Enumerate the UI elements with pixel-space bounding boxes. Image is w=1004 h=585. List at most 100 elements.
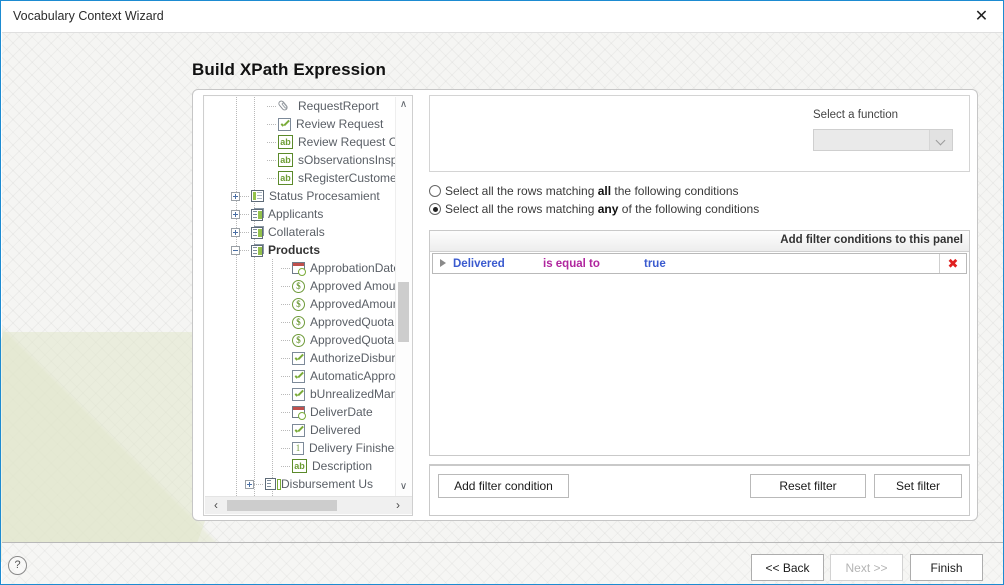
tree-item-review-request[interactable]: Review Request xyxy=(205,115,398,133)
tree-horizontal-scrollbar[interactable]: ‹ › xyxy=(205,496,412,514)
tree-vertical-scrollbar[interactable]: ∧ ∨ xyxy=(395,97,411,497)
table-row[interactable]: Delivered is equal to true ✖ xyxy=(432,253,967,274)
next-button: Next >> xyxy=(830,554,903,581)
window-title: Vocabulary Context Wizard xyxy=(13,9,164,23)
title-bar: Vocabulary Context Wizard ✕ xyxy=(2,2,1003,33)
tree-item-bunrealizedmana[interactable]: bUnrealizedMana xyxy=(205,385,398,403)
function-select[interactable] xyxy=(813,129,953,151)
tree-connector xyxy=(240,249,249,251)
filter-operator-cell[interactable]: is equal to xyxy=(543,258,644,270)
back-button[interactable]: << Back xyxy=(751,554,824,581)
tree-connector xyxy=(281,267,290,269)
page-title: Build XPath Expression xyxy=(192,60,386,79)
tree-item-description[interactable]: Description xyxy=(205,457,398,475)
tree-item-sobservationsinspec[interactable]: sObservationsInspec xyxy=(205,151,398,169)
entity-column-icon xyxy=(265,478,281,490)
chevron-down-icon[interactable] xyxy=(929,130,952,150)
tree-connector xyxy=(281,339,290,341)
tree-connector xyxy=(281,393,290,395)
tree-item-approvedquotal[interactable]: ApprovedQuotaL xyxy=(205,331,398,349)
tree-connector xyxy=(281,303,290,305)
tree-item-disbursement-us[interactable]: Disbursement Us xyxy=(205,475,398,493)
expand-icon[interactable] xyxy=(231,191,240,201)
tree-item-label: ApprobationDate xyxy=(310,261,398,275)
scroll-down-icon[interactable]: ∨ xyxy=(396,479,411,495)
tree-item-label: Review Request Com xyxy=(298,135,398,149)
tree-item-label: AuthorizeDisburs xyxy=(310,351,398,365)
money-icon xyxy=(292,279,305,293)
row-expand-icon[interactable] xyxy=(433,253,453,274)
tree-item-authorizedisburs[interactable]: AuthorizeDisburs xyxy=(205,349,398,367)
radio-match-any-indicator[interactable] xyxy=(429,203,441,215)
set-filter-button[interactable]: Set filter xyxy=(874,474,962,498)
radio-match-any[interactable]: Select all the rows matching any of the … xyxy=(429,202,759,216)
tree-item-applicants[interactable]: Applicants xyxy=(205,205,398,223)
tree-item-label: Status Procesamient xyxy=(269,189,380,203)
tree-item-label: bUnrealizedMana xyxy=(310,387,398,401)
radio-match-all-indicator[interactable] xyxy=(429,185,441,197)
tree-connector xyxy=(267,159,276,161)
text-ab-icon xyxy=(292,459,307,474)
add-filter-condition-button[interactable]: Add filter condition xyxy=(438,474,569,498)
finish-button[interactable]: Finish xyxy=(910,554,983,581)
tree-item-label: Disbursement Us xyxy=(281,477,374,491)
expand-icon[interactable] xyxy=(231,227,240,237)
vocabulary-tree[interactable]: RequestReport Review Request Review Reques… xyxy=(203,95,413,516)
boolean-checkbox-icon xyxy=(292,351,305,365)
text-ab-icon xyxy=(278,171,293,186)
xpath-builder-panel: RequestReport Review Request Review Reques… xyxy=(192,89,978,521)
reset-filter-button[interactable]: Reset filter xyxy=(750,474,866,498)
tree-item-products[interactable]: Products xyxy=(205,241,398,259)
tree-item-approved-amoun[interactable]: Approved Amoun xyxy=(205,277,398,295)
text-ab-icon xyxy=(278,153,293,168)
numeric-icon xyxy=(292,441,304,455)
tree-connector xyxy=(281,285,290,287)
tree-item-label: sRegisterCustomer xyxy=(298,171,398,185)
close-button[interactable]: ✕ xyxy=(959,2,1003,31)
tree-item-delivered[interactable]: Delivered xyxy=(205,421,398,439)
tree-item-approbationdate[interactable]: ApprobationDate xyxy=(205,259,398,277)
tree-item-sregistercustomer[interactable]: sRegisterCustomer xyxy=(205,169,398,187)
filter-field-cell[interactable]: Delivered xyxy=(453,258,543,270)
money-icon xyxy=(292,315,305,329)
help-icon[interactable]: ? xyxy=(8,556,27,575)
tree-item-automaticapprov[interactable]: AutomaticApprov xyxy=(205,367,398,385)
scroll-left-icon[interactable]: ‹ xyxy=(207,497,225,514)
date-icon xyxy=(292,406,306,420)
collapse-icon[interactable] xyxy=(231,245,240,255)
delete-condition-button[interactable]: ✖ xyxy=(939,254,966,273)
wizard-window: Vocabulary Context Wizard ✕ Build XPath … xyxy=(0,0,1004,585)
tree-horizontal-scroll-thumb[interactable] xyxy=(227,500,337,511)
tree-item-label: Review Request xyxy=(296,117,384,131)
tree-item-approvedquota[interactable]: ApprovedQuota xyxy=(205,313,398,331)
scroll-right-icon[interactable]: › xyxy=(389,497,407,514)
expand-icon[interactable] xyxy=(231,209,240,219)
tree-connector xyxy=(281,429,290,431)
tree-item-review-request-com[interactable]: Review Request Com xyxy=(205,133,398,151)
tree-vertical-scroll-thumb[interactable] xyxy=(398,282,409,342)
tree-viewport[interactable]: RequestReport Review Request Review Reques… xyxy=(205,97,398,497)
tree-item-deliverdate[interactable]: DeliverDate xyxy=(205,403,398,421)
function-label: Select a function xyxy=(813,109,899,121)
tree-item-label: ApprovedQuota xyxy=(310,315,395,329)
radio-match-all[interactable]: Select all the rows matching all the fol… xyxy=(429,184,739,198)
tree-item-label: Applicants xyxy=(268,207,324,221)
tree-item-label: Description xyxy=(312,459,373,473)
tree-connector xyxy=(281,411,290,413)
scroll-up-icon[interactable]: ∧ xyxy=(396,97,411,113)
boolean-checkbox-icon xyxy=(292,387,305,401)
filter-value-cell[interactable]: true xyxy=(644,258,939,270)
tree-item-label: Delivered xyxy=(310,423,361,437)
tree-item-requestreport[interactable]: RequestReport xyxy=(205,97,398,115)
expand-icon[interactable] xyxy=(245,479,254,489)
tree-item-status-procesamient[interactable]: Status Procesamient xyxy=(205,187,398,205)
tree-item-approvedamount[interactable]: ApprovedAmount xyxy=(205,295,398,313)
tree-item-delivery-finished[interactable]: Delivery Finished xyxy=(205,439,398,457)
tree-item-collaterals[interactable]: Collaterals xyxy=(205,223,398,241)
